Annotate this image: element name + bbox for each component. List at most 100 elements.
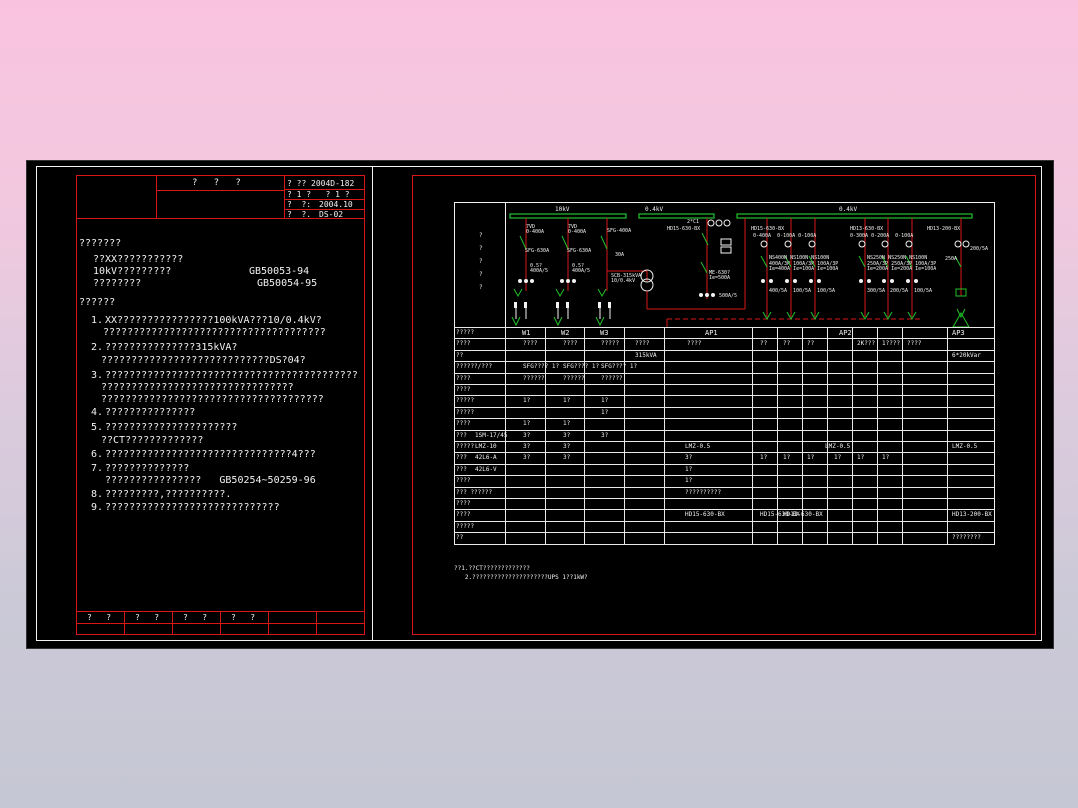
table-row-line xyxy=(454,532,994,533)
table-cell: 1? xyxy=(601,409,609,416)
lv-ct-label: 2*C1 xyxy=(687,219,700,225)
table-cell: ???? xyxy=(907,340,922,347)
table-row-label: ?? xyxy=(456,352,464,359)
hv-switch-model: 30A xyxy=(615,252,625,258)
table-cell: 42L6-V xyxy=(475,466,497,473)
table-row-label: ????? xyxy=(456,329,475,336)
table-cell: 1? xyxy=(857,454,865,461)
table-column-header: W3 xyxy=(600,329,609,337)
table-col-line xyxy=(545,327,546,544)
table-row-label: ????? xyxy=(456,523,475,530)
table-cell: HD15-630-BX xyxy=(685,511,725,518)
table-row-line xyxy=(454,418,994,419)
table-cell: 3? xyxy=(523,443,531,450)
table-row-label: ?? xyxy=(456,534,464,541)
feeder-ct: 100/5A xyxy=(793,288,812,294)
table-cell: HD13-630-BX xyxy=(783,511,823,518)
table-cell: LMZ-0.5 xyxy=(952,443,978,450)
table-row-label: ??? xyxy=(456,454,467,461)
table-cell: 1? xyxy=(601,397,609,404)
table-cell: 1? xyxy=(523,397,531,404)
table-cell: LMZ-10 xyxy=(475,443,497,450)
table-cell: ?????? xyxy=(601,375,623,382)
table-cell: 3? xyxy=(563,443,571,450)
table-cell: 2K??? xyxy=(857,340,876,347)
table-row-line xyxy=(454,487,994,488)
table-column-header: AP2 xyxy=(839,329,852,337)
table-row-line xyxy=(454,464,994,465)
table-cell: HD13-200-BX xyxy=(952,511,992,518)
table-cell: LMZ-0.5 xyxy=(825,443,851,450)
table-cell: 3? xyxy=(563,432,571,439)
feeder-ct: 200/5A xyxy=(970,246,989,252)
lv-aux-label: ME-630? Ie=500A xyxy=(709,270,731,281)
table-cell: SFG???? 1? xyxy=(523,363,560,370)
lv-main-breaker-label: HD15-630-BX xyxy=(667,226,701,232)
table-row-line xyxy=(454,475,994,476)
feeder-ct: 100/5A xyxy=(817,288,836,294)
table-row-line xyxy=(454,350,994,351)
table-cell: 315kVA xyxy=(635,352,657,359)
feeder-group-breakers: 250A xyxy=(945,256,958,262)
table-col-line xyxy=(624,327,625,544)
table-row-label: ??? xyxy=(456,466,467,473)
footnote-line: 2.?????????????????????UPS 1??1kW? xyxy=(454,574,588,581)
feeder-ct: 200/5A xyxy=(890,288,909,294)
table-cell: ???? xyxy=(523,340,538,347)
table-row-line xyxy=(454,407,994,408)
table-cell: 1???? xyxy=(882,340,901,347)
table-row-label: ????? xyxy=(456,409,475,416)
feeder-group-range: 0-300A 0-200A 0-100A xyxy=(850,233,914,239)
table-cell: ?? xyxy=(783,340,791,347)
table-cell: 3? xyxy=(563,454,571,461)
table-row-line xyxy=(454,373,994,374)
table-cell: 3? xyxy=(601,432,609,439)
table-cell: ?????? xyxy=(563,375,585,382)
table-row-label: ???? xyxy=(456,375,471,382)
table-cell: 1? xyxy=(523,420,531,427)
table-cell: 1? xyxy=(563,397,571,404)
hv-switch-label: 7VD 0-400A xyxy=(526,224,545,235)
table-row-line xyxy=(454,509,994,510)
table-row-label: ???? xyxy=(456,500,471,507)
table-col-line xyxy=(877,327,878,544)
table-row-label: ??????/??? xyxy=(456,363,493,370)
table-row-label: ???? xyxy=(456,477,471,484)
feeder-group-head: HD13-630-BX xyxy=(850,226,884,232)
hv-switch-label: 7VD 0-400A xyxy=(568,224,587,235)
table-cell: 1? xyxy=(563,420,571,427)
feeder-group-breakers: NS250N NS250N NS100N 250A/3P 250A/3P 100… xyxy=(867,255,937,272)
table-row-label: ???? xyxy=(456,420,471,427)
feeder-ct: 100/5A xyxy=(914,288,933,294)
hv-switch-label: SFG-400A xyxy=(607,228,632,234)
table-cell: 1? xyxy=(760,454,768,461)
cad-drawing-sheet: ? ? ? ? ?? 2004D-182 ? 1 ? ? 1 ? ? ?: 20… xyxy=(26,160,1054,649)
footnote-line: ??1.??CT????????????? xyxy=(454,565,530,572)
table-row-label: ??? xyxy=(456,432,467,439)
hv-switch-model: SFG-630A xyxy=(525,248,550,254)
lv-main-ratio: 500A/5 xyxy=(719,293,738,299)
table-cell: 42L6-A xyxy=(475,454,497,461)
table-cell: 1? xyxy=(783,454,791,461)
table-cell: ?????? xyxy=(523,375,545,382)
table-cell: ????? xyxy=(601,340,620,347)
table-row-line xyxy=(454,384,994,385)
table-row-label: ??? ?????? xyxy=(456,489,493,496)
table-cell: ???????? xyxy=(952,534,981,541)
table-row-line xyxy=(454,430,994,431)
hv-switch-model: SFG-630A xyxy=(567,248,592,254)
table-cell: 1? xyxy=(807,454,815,461)
table-row-line xyxy=(454,361,994,362)
table-col-line xyxy=(584,327,585,544)
table-cell: 1SM-17/45 xyxy=(475,432,508,439)
feeder-ct: 300/5A xyxy=(867,288,886,294)
table-row-line xyxy=(454,544,994,545)
table-cell: 1? xyxy=(882,454,890,461)
table-col-line xyxy=(902,327,903,544)
table-cell: 3? xyxy=(685,454,693,461)
table-cell: ???? xyxy=(635,340,650,347)
table-row-line xyxy=(454,521,994,522)
lv-busbar-2 xyxy=(736,213,973,219)
table-row-line xyxy=(454,395,994,396)
table-cell: LMZ-0.5 xyxy=(685,443,711,450)
